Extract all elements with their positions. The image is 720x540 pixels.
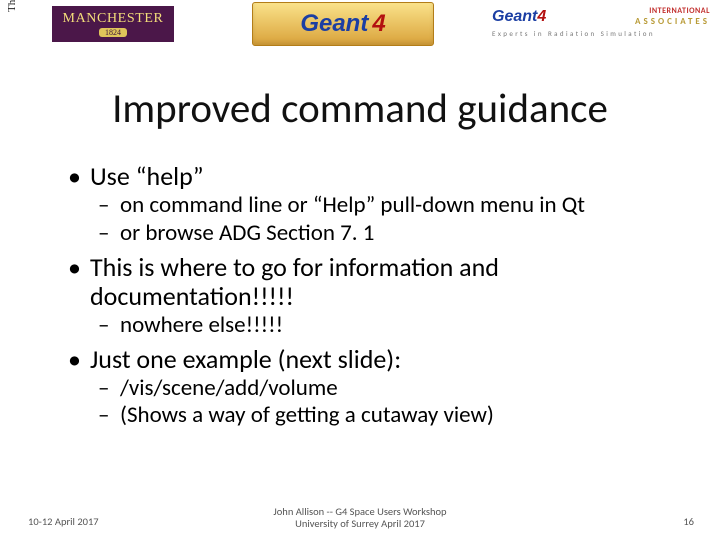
associates-subtitle: Experts in Radiation Simulation xyxy=(492,29,710,38)
associates-logo: Geant4 INTERNATIONAL ASSOCIATES Experts … xyxy=(492,6,710,46)
header: The University of Manchester MANCHESTER … xyxy=(0,2,720,48)
geant4-logo-number: 4 xyxy=(368,10,385,38)
associates-word: ASSOCIATES xyxy=(635,16,710,27)
bullet-2: This is where to go for information and … xyxy=(68,253,678,311)
manchester-badge-year: 1824 xyxy=(99,28,127,37)
slide: The University of Manchester MANCHESTER … xyxy=(0,0,720,540)
bullet-3: Just one example (next slide): xyxy=(68,345,678,374)
manchester-badge-text: MANCHESTER xyxy=(63,11,164,27)
bullet-3b: (Shows a way of getting a cutaway view) xyxy=(68,403,678,429)
footer-page-number: 16 xyxy=(683,515,694,528)
geant4-logo-text: Geant xyxy=(300,10,368,38)
manchester-badge: MANCHESTER 1824 xyxy=(52,6,174,42)
slide-body: Use “help” on command line or “Help” pul… xyxy=(68,162,678,431)
footer-center: John Allison -- G4 Space Users Workshop … xyxy=(0,506,720,530)
bullet-1b: or browse ADG Section 7. 1 xyxy=(68,221,678,247)
footer: 10-12 April 2017 John Allison -- G4 Spac… xyxy=(0,500,720,530)
footer-center-line2: University of Surrey April 2017 xyxy=(0,518,720,530)
bullet-1: Use “help” xyxy=(68,162,678,191)
associates-intl: INTERNATIONAL xyxy=(635,6,710,16)
bullet-1a: on command line or “Help” pull-down menu… xyxy=(68,193,678,219)
bullet-2a: nowhere else!!!!! xyxy=(68,313,678,339)
slide-title: Improved command guidance xyxy=(0,84,720,134)
geant4-logo: Geant 4 xyxy=(252,2,434,46)
bullet-3a: /vis/scene/add/volume xyxy=(68,376,678,402)
associates-geant4-text: Geant4 xyxy=(492,8,546,26)
